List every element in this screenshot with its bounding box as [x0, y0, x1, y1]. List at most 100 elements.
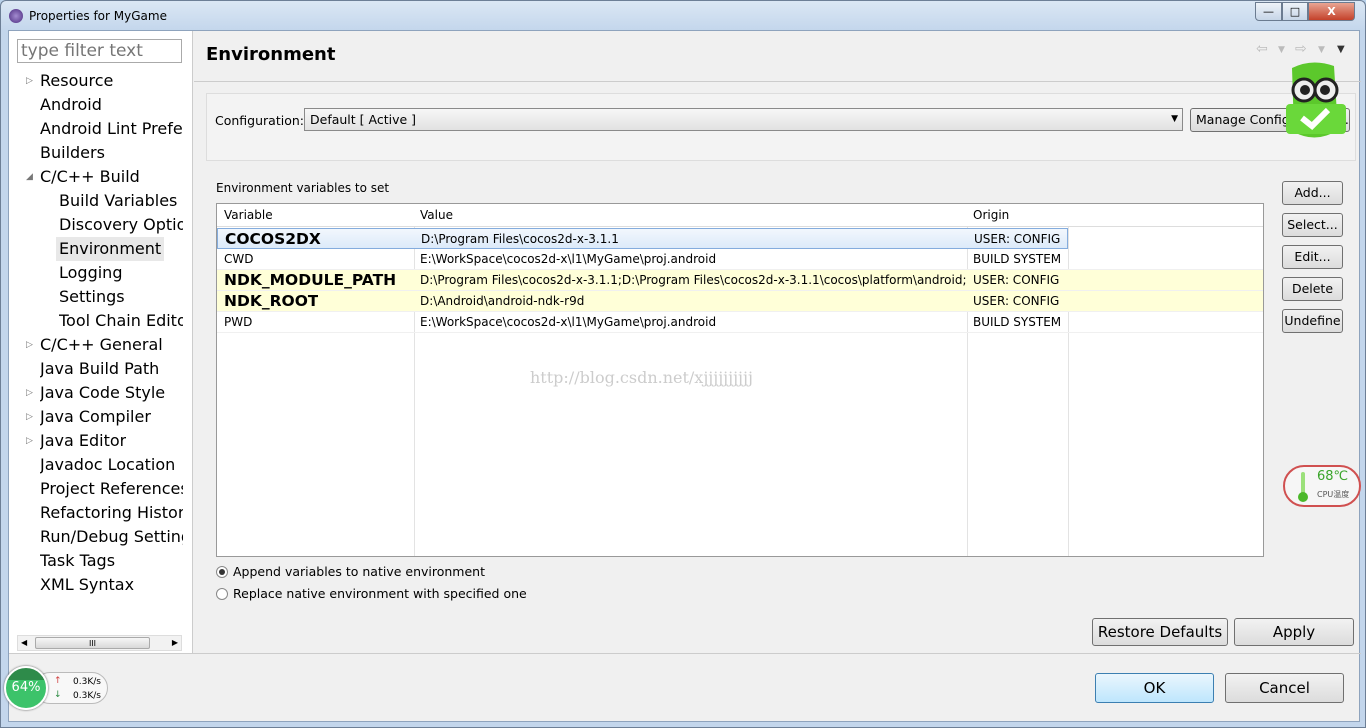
cell-origin: USER: CONFIG [973, 273, 1060, 287]
column-value[interactable]: Value [420, 208, 453, 222]
filter-input[interactable] [17, 39, 182, 63]
restore-defaults-button[interactable]: Restore Defaults [1092, 618, 1228, 646]
network-monitor-widget: 64% ↑ 0.3K/s ↓ 0.3K/s [4, 666, 108, 710]
dialog-body: ▷ ResourceAndroidAndroid Lint Preferences… [8, 30, 1361, 722]
tree-item[interactable]: Java Build Path [40, 357, 159, 381]
expand-icon[interactable]: ▷ [26, 333, 33, 357]
back-icon[interactable]: ⇦ [1256, 41, 1268, 57]
cell-variable: NDK_ROOT [224, 292, 319, 310]
tree-item[interactable]: Task Tags [40, 549, 115, 573]
tree-item[interactable]: Java Editor [40, 429, 126, 453]
scroll-thumb[interactable]: III [35, 637, 150, 649]
cancel-button[interactable]: Cancel [1225, 673, 1344, 703]
replace-radio[interactable]: Replace native environment with specifie… [216, 586, 527, 601]
cpu-temperature-widget: 68℃ CPU温度 [1283, 465, 1361, 507]
main-panel: Environment ⇦ ▼ ⇨ ▼ ▼ Configuration: Def… [194, 31, 1361, 653]
title-bar: Properties for MyGame [9, 6, 167, 26]
chevron-down-icon: ▼ [1171, 114, 1178, 124]
append-label: Append variables to native environment [233, 564, 486, 579]
forward-icon[interactable]: ⇨ [1295, 41, 1307, 57]
view-menu-icon[interactable]: ▼ [1337, 44, 1345, 55]
divider [194, 81, 1361, 82]
radio-checked-icon [216, 565, 228, 578]
expand-icon[interactable]: ▷ [26, 405, 33, 429]
window-title: Properties for MyGame [29, 9, 167, 23]
table-row[interactable]: PWD E:\WorkSpace\cocos2d-x\l1\MyGame\proj… [217, 312, 1263, 333]
cell-value: E:\WorkSpace\cocos2d-x\l1\MyGame\proj.an… [420, 252, 717, 266]
cell-origin: USER: CONFIG [973, 294, 1060, 308]
tree-item[interactable]: Java Code Style [40, 381, 165, 405]
table-row[interactable]: NDK_MODULE_PATH D:\Program Files\cocos2d-… [217, 270, 1263, 291]
tree-item[interactable]: Run/Debug Settings [40, 525, 183, 549]
radio-unchecked-icon [216, 587, 228, 600]
tree-item[interactable]: Refactoring History [40, 501, 183, 525]
table-row[interactable]: NDK_ROOT D:\Android\android-ndk-r9d USER: … [217, 291, 1263, 312]
cell-variable: CWD [224, 252, 254, 266]
section-label: Environment variables to set [216, 181, 390, 195]
select-button[interactable]: Select... [1282, 213, 1343, 237]
cell-variable: COCOS2DX [225, 230, 321, 248]
tree-item[interactable]: Build Variables [59, 189, 177, 213]
horizontal-scrollbar[interactable]: ◀ III ▶ [17, 635, 182, 651]
ok-button[interactable]: OK [1095, 673, 1214, 703]
tree-item[interactable]: Javadoc Location [40, 453, 175, 477]
cell-value: D:\Program Files\cocos2d-x-3.1.1 [421, 232, 619, 246]
tree-item[interactable]: C/C++ General [40, 333, 163, 357]
delete-button[interactable]: Delete [1282, 277, 1343, 301]
cpu-temp-value: 68℃ [1317, 469, 1349, 484]
cell-value: D:\Android\android-ndk-r9d [420, 294, 585, 308]
tree-item[interactable]: Builders [40, 141, 105, 165]
tree-item[interactable]: Logging [59, 261, 122, 285]
tree-item[interactable]: Android Lint Preferences [40, 117, 183, 141]
cell-value: E:\WorkSpace\cocos2d-x\l1\MyGame\proj.an… [420, 315, 717, 329]
cell-origin: USER: CONFIG [974, 232, 1061, 246]
configuration-select[interactable]: Default [ Active ] ▼ [304, 108, 1183, 131]
cell-variable: PWD [224, 315, 253, 329]
forward-menu-icon[interactable]: ▼ [1318, 45, 1325, 55]
tree-item[interactable]: C/C++ Build [40, 165, 140, 189]
cell-value: D:\Program Files\cocos2d-x-3.1.1;D:\Prog… [420, 273, 967, 287]
tree-item[interactable]: Resource [40, 69, 113, 93]
tree-item[interactable]: Android [40, 93, 102, 117]
tree-item[interactable]: Environment [56, 237, 165, 261]
cpu-temp-label: CPU温度 [1317, 490, 1350, 499]
watermark: http://blog.csdn.net/xjjjjjjjjjj [530, 368, 753, 387]
close-button[interactable]: X [1308, 2, 1355, 21]
tree-item[interactable]: Tool Chain Editor [59, 309, 183, 333]
minimize-button[interactable]: — [1255, 2, 1282, 21]
cell-origin: BUILD SYSTEM [973, 315, 1062, 329]
scroll-right-icon[interactable]: ▶ [172, 636, 178, 650]
back-menu-icon[interactable]: ▼ [1278, 45, 1285, 55]
expand-icon[interactable]: ▷ [26, 429, 33, 453]
column-origin[interactable]: Origin [973, 208, 1009, 222]
page-title: Environment [206, 44, 336, 65]
collapse-icon[interactable]: ◢ [26, 165, 33, 189]
edit-button[interactable]: Edit... [1282, 245, 1343, 269]
undefine-button[interactable]: Undefine [1282, 309, 1343, 333]
expand-icon[interactable]: ▷ [26, 69, 33, 93]
tree-item[interactable]: XML Syntax [40, 573, 134, 597]
mascot-icon [1286, 62, 1346, 138]
tree-item[interactable]: Settings [59, 285, 125, 309]
table-row[interactable]: COCOS2DX D:\Program Files\cocos2d-x-3.1.1… [217, 228, 1068, 249]
column-variable[interactable]: Variable [224, 208, 273, 222]
scroll-left-icon[interactable]: ◀ [21, 636, 27, 650]
append-radio[interactable]: Append variables to native environment [216, 564, 485, 579]
sidebar: ▷ ResourceAndroidAndroid Lint Preferences… [9, 31, 193, 653]
table-row[interactable]: CWD E:\WorkSpace\cocos2d-x\l1\MyGame\proj… [217, 249, 1263, 270]
configuration-label: Configuration: [215, 113, 304, 128]
upload-arrow-icon: ↑ [54, 676, 62, 686]
cell-origin: BUILD SYSTEM [973, 252, 1062, 266]
tree-item[interactable]: Project References [40, 477, 183, 501]
apply-button[interactable]: Apply [1234, 618, 1354, 646]
tree-item[interactable]: Java Compiler [40, 405, 151, 429]
expand-icon[interactable]: ▷ [26, 381, 33, 405]
add-button[interactable]: Add... [1282, 181, 1343, 205]
upload-speed: 0.3K/s [73, 677, 101, 687]
eclipse-icon [9, 9, 23, 23]
memory-usage[interactable]: 64% [4, 666, 48, 710]
maximize-button[interactable]: □ [1282, 2, 1308, 21]
divider [9, 653, 1361, 654]
download-speed: 0.3K/s [73, 691, 101, 701]
tree-item[interactable]: Discovery Options [59, 213, 183, 237]
